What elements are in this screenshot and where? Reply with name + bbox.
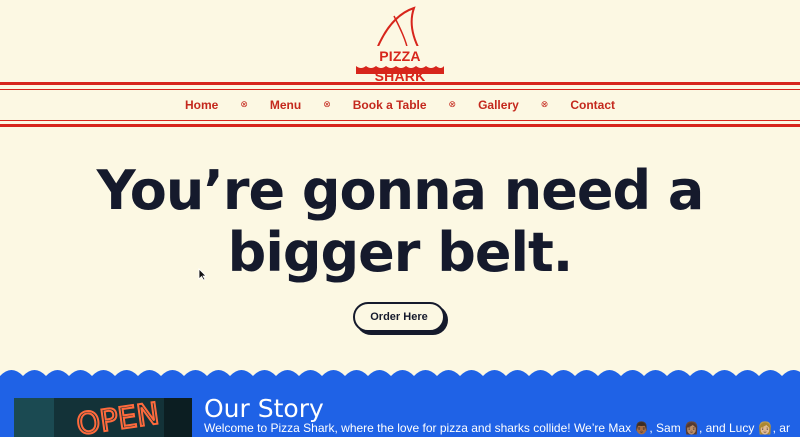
nav-item-contact[interactable]: Contact — [570, 98, 615, 112]
main-nav: Home ⊗ Menu ⊗ Book a Table ⊗ Gallery ⊗ C… — [0, 94, 800, 116]
top-rule-1 — [0, 82, 800, 85]
nav-item-menu[interactable]: Menu — [270, 98, 301, 112]
our-story-text: Welcome to Pizza Shark, where the love f… — [204, 421, 790, 435]
neon-open-sign-image: OPEN — [14, 398, 192, 437]
mouse-cursor-icon — [198, 268, 207, 281]
nav-separator-icon: ⊗ — [240, 99, 248, 110]
hero-headline: You’re gonna need a bigger belt. — [96, 159, 705, 284]
bottom-rule-1 — [0, 120, 800, 121]
order-here-button[interactable]: Order Here — [353, 302, 445, 332]
nav-separator-icon: ⊗ — [540, 99, 549, 110]
nav-separator-icon: ⊗ — [323, 99, 331, 110]
nav-item-home[interactable]: Home — [185, 98, 218, 112]
top-rule-2 — [0, 89, 800, 90]
nav-item-gallery[interactable]: Gallery — [478, 98, 519, 112]
nav-item-book-a-table[interactable]: Book a Table — [353, 98, 427, 112]
bottom-rule-2 — [0, 124, 800, 127]
nav-separator-icon: ⊗ — [448, 99, 457, 110]
logo-text: PIZZA SHARK — [354, 46, 446, 84]
pizza-shark-logo[interactable]: PIZZA SHARK — [354, 6, 446, 84]
